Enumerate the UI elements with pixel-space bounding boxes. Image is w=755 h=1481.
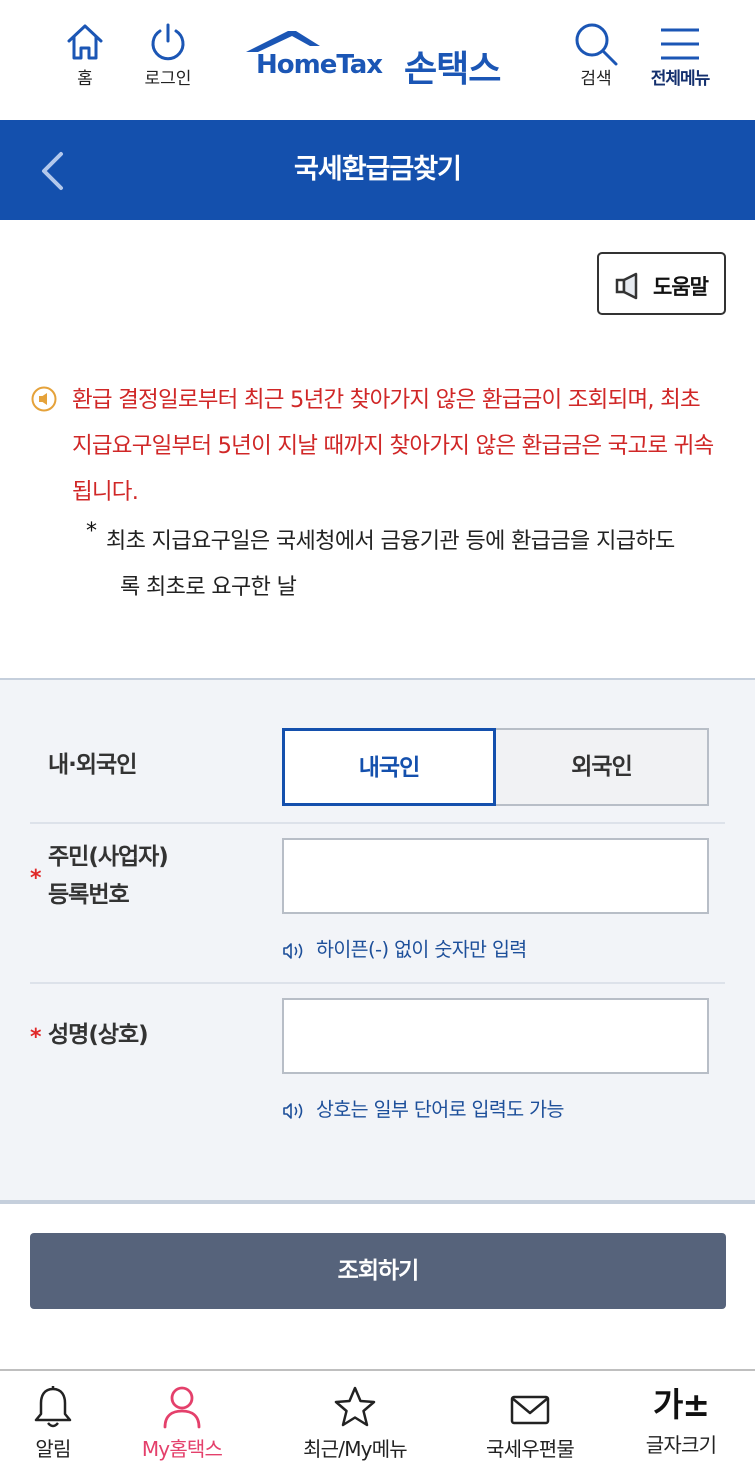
nationality-label: 내·외국인 bbox=[48, 752, 137, 778]
help-label: 도움말 bbox=[653, 275, 709, 299]
all-menu-label: 전체메뉴 bbox=[650, 69, 711, 89]
home-icon bbox=[67, 24, 103, 60]
name-hint: 상호는 일부 단어로 입력도 가능 bbox=[282, 1093, 564, 1122]
resident-number-label-line1: 주민(사업자) bbox=[48, 844, 169, 870]
nav-item-font-size[interactable]: 가± 글자크기 bbox=[606, 1385, 755, 1458]
resident-number-label-line2: 등록번호 bbox=[48, 882, 130, 908]
notice-text: 환급 결정일로부터 최근 5년간 찾아가지 않은 환급금이 조회되며, 최초 지… bbox=[72, 387, 714, 505]
required-mark: * bbox=[30, 866, 42, 891]
user-icon bbox=[163, 1386, 201, 1429]
note-asterisk: * bbox=[86, 519, 97, 544]
note-line-2: 록 최초로 요구한 날 bbox=[120, 575, 297, 600]
nav-label: 글자크기 bbox=[645, 1433, 717, 1457]
resident-number-hint: 하이픈(-) 없이 숫자만 입력 bbox=[282, 933, 527, 962]
name-label: 성명(상호) bbox=[48, 1022, 149, 1048]
all-menu-button[interactable]: 전체메뉴 bbox=[640, 22, 720, 89]
resident-number-input[interactable] bbox=[282, 838, 709, 914]
audio-hint-icon bbox=[283, 1103, 303, 1119]
nav-item-my-hometax[interactable]: My홈택스 bbox=[107, 1385, 257, 1462]
help-button[interactable]: 도움말 bbox=[597, 252, 726, 315]
nav-label: 최근/My메뉴 bbox=[303, 1437, 408, 1461]
form-divider bbox=[30, 822, 725, 824]
hamburger-icon bbox=[661, 28, 699, 60]
speaker-icon bbox=[615, 272, 638, 300]
home-label: 홈 bbox=[77, 69, 93, 89]
bell-icon bbox=[34, 1386, 72, 1428]
foreign-option[interactable]: 외국인 bbox=[494, 728, 709, 806]
search-label: 검색 bbox=[580, 69, 612, 89]
top-header: 홈 로그인 HomeTax 손택스 검색 전체메뉴 bbox=[0, 0, 755, 120]
envelope-icon bbox=[510, 1395, 550, 1425]
login-button[interactable]: 로그인 bbox=[128, 22, 208, 89]
star-icon bbox=[334, 1386, 376, 1427]
required-mark: * bbox=[30, 1025, 42, 1050]
font-size-icon: 가± bbox=[652, 1385, 710, 1424]
logo-text-ko: 손택스 bbox=[404, 49, 501, 90]
power-icon bbox=[151, 23, 185, 61]
login-label: 로그인 bbox=[144, 69, 192, 89]
nav-label: 국세우편물 bbox=[486, 1437, 575, 1461]
page-title: 국세환급금찾기 bbox=[294, 154, 462, 185]
name-hint-text: 상호는 일부 단어로 입력도 가능 bbox=[316, 1098, 564, 1121]
search-icon bbox=[575, 23, 618, 66]
search-button[interactable]: 검색 bbox=[556, 22, 636, 89]
nav-item-recent-my-menu[interactable]: 최근/My메뉴 bbox=[280, 1385, 430, 1462]
resident-number-hint-text: 하이픈(-) 없이 숫자만 입력 bbox=[316, 938, 527, 961]
note-text: 최초 지급요구일은 국세청에서 금융기관 등에 환급금을 지급하도 록 최초로 … bbox=[106, 519, 724, 611]
domestic-option[interactable]: 내국인 bbox=[282, 728, 496, 806]
search-form: 내·외국인 내국인 외국인 * 주민(사업자) 등록번호 하이픈(-) 없이 숫… bbox=[0, 678, 755, 1204]
nav-label: My홈택스 bbox=[141, 1437, 223, 1461]
home-button[interactable]: 홈 bbox=[45, 22, 125, 89]
notice-speaker-icon bbox=[31, 386, 57, 416]
search-submit-button[interactable]: 조회하기 bbox=[30, 1233, 726, 1309]
nav-item-tax-mail[interactable]: 국세우편물 bbox=[455, 1385, 605, 1462]
title-bar: 국세환급금찾기 bbox=[0, 120, 755, 220]
name-input[interactable] bbox=[282, 998, 709, 1074]
audio-hint-icon bbox=[283, 943, 303, 959]
logo-text-en: HomeTax bbox=[256, 50, 383, 80]
form-divider bbox=[30, 982, 725, 984]
bottom-nav: 알림 My홈택스 최근/My메뉴 국세우편물 가± 글자크기 bbox=[0, 1369, 755, 1481]
hometax-logo[interactable]: HomeTax 손택스 bbox=[244, 28, 524, 90]
note-line-1: 최초 지급요구일은 국세청에서 금융기관 등에 환급금을 지급하도 bbox=[106, 529, 675, 554]
